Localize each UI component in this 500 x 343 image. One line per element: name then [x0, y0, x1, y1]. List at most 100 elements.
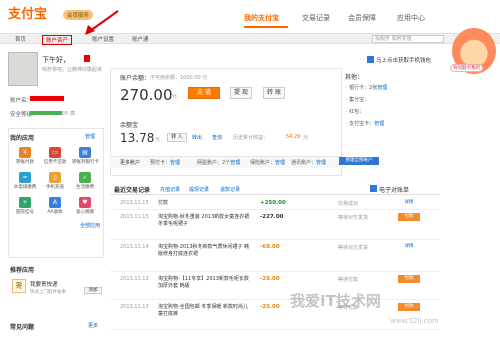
tx-date: 2013.11.14: [120, 244, 149, 250]
heart-icon: ♥: [79, 197, 91, 208]
app-label: AA收款: [47, 210, 63, 215]
yuebao-unit: 元: [155, 137, 161, 143]
nav-app-center[interactable]: 应用中心: [397, 13, 425, 23]
more-account-manage-link[interactable]: 管理: [230, 160, 240, 166]
yuebao-history-value: 54.29: [286, 134, 301, 140]
nav-security[interactable]: 会员保障: [348, 13, 376, 23]
bank-icon: ▤: [79, 147, 91, 158]
more-account-item: 网盈账户：2个管理: [197, 159, 240, 166]
tx-amount: +250.00: [260, 200, 286, 206]
app-label: 手机充值: [46, 185, 64, 190]
app-label: 信用卡还款: [43, 160, 67, 165]
tx-date: 2013.11.15: [120, 214, 149, 220]
more-account-item: 保险账户：管理: [250, 159, 285, 166]
mobile-wallet-icon: [367, 56, 374, 63]
more-account-label: 保险账户：: [250, 160, 276, 166]
yuebao-amount: 13.78: [120, 131, 155, 145]
withdraw-button[interactable]: 提 现: [230, 87, 252, 99]
yuebao-history-label: 历史累计收益：: [233, 135, 269, 141]
tx-action-button[interactable]: 付款: [398, 213, 420, 221]
app-item[interactable]: ¥ 转账付款: [12, 147, 38, 171]
more-account-item: 通讯账户：管理: [291, 159, 326, 166]
tab-home[interactable]: 首页: [15, 35, 26, 43]
tx-date: 2013.11.13: [120, 276, 149, 282]
alipay-logo[interactable]: 支付宝: [8, 7, 60, 23]
security-level-fill: [30, 111, 63, 115]
tx-action-button[interactable]: 详情: [398, 243, 420, 251]
other-item-manage-link[interactable]: 管理: [377, 85, 387, 91]
tx-action-button[interactable]: 详情: [398, 199, 420, 207]
help-mascot-label[interactable]: 有问题点我吧: [450, 64, 483, 72]
my-apps-title: 我的应用: [10, 135, 35, 142]
redacted-account-name: [30, 96, 64, 101]
tx-description[interactable]: 淘宝购物-全国包邮 冬季保暖 新款时尚儿童打底裤: [158, 304, 250, 318]
filter-recharge-records[interactable]: 充值记录: [160, 186, 180, 193]
tx-status: 等待付款: [338, 277, 359, 283]
app-item[interactable]: ▤ 转账到银行卡: [72, 147, 99, 171]
manage-all-accounts-button[interactable]: 管理全部账户: [339, 157, 379, 165]
table-row: 2013.11.13 淘宝购物-全国包邮 冬季保暖 新款时尚儿童打底裤 -25.00…: [110, 300, 440, 330]
tab-account-settings[interactable]: 账户设置: [92, 35, 114, 43]
nav-transactions[interactable]: 交易记录: [302, 13, 330, 23]
tx-action-button[interactable]: 付款: [398, 303, 420, 311]
faq-title: 常见问题: [10, 324, 35, 331]
aa-icon: A: [49, 197, 61, 208]
redacted-username: [84, 55, 90, 62]
recommend-app-desc: 快递上门取件省事: [30, 290, 66, 295]
more-account-manage-link[interactable]: 管理: [316, 160, 326, 166]
app-label: 爱心捐赠: [76, 210, 94, 215]
add-app-button[interactable]: 添加: [84, 287, 102, 294]
avatar[interactable]: [8, 52, 38, 86]
recharge-button[interactable]: 充 值: [188, 87, 220, 99]
other-item: · 银行卡：2张管理: [346, 84, 387, 91]
security-level-bar: [30, 111, 68, 115]
tx-description[interactable]: 淘宝购物-2013秋冬新款气质休闲裙子 韩版修身打底连衣裙: [158, 244, 250, 258]
more-accounts-title: 更多账户: [120, 160, 141, 166]
balance-unit: 元: [172, 94, 178, 100]
app-label: 水电煤缴费: [13, 185, 37, 190]
app-item[interactable]: ♥ 爱心捐赠: [72, 197, 98, 221]
transfer-icon: ¥: [19, 147, 31, 158]
other-item-manage-link[interactable]: 管理: [374, 121, 384, 127]
recommend-app-name[interactable]: 我要寄快递: [30, 280, 58, 288]
tx-action-button[interactable]: 付款: [398, 275, 420, 283]
mobile-wallet-link[interactable]: 马上点击获取手机钱包: [376, 56, 431, 64]
balance-label: 账户余额：: [120, 75, 151, 82]
yuebao-query-link[interactable]: 查询: [212, 134, 222, 141]
tab-account-assets[interactable]: 账户资产: [42, 35, 73, 45]
life-icon: ✓: [79, 172, 91, 183]
filter-withdraw-records[interactable]: 提现记录: [189, 186, 209, 193]
tx-date: 2013.11.13: [120, 304, 149, 310]
app-item[interactable]: A AA收款: [42, 197, 68, 221]
tx-status: 等待对方发货: [338, 245, 369, 251]
app-item[interactable]: ≈ 水电煤缴费: [12, 172, 38, 196]
greeting-text: 下午好，: [42, 56, 70, 64]
app-item[interactable]: + 医院挂号: [12, 197, 38, 221]
app-item[interactable]: ▭ 信用卡还款: [42, 147, 68, 171]
more-account-item: 预付卡：管理: [150, 159, 180, 166]
yuebao-transfer-out-link[interactable]: 转出: [192, 134, 202, 141]
unavailable-balance: 不可用余额：1000.00 元: [150, 75, 208, 81]
tx-description[interactable]: 淘宝购物-秋冬重装 2013新款女童连衣裙 冬季毛呢裙子: [158, 214, 250, 228]
transactions-title: 最近交易记录: [114, 187, 151, 194]
more-account-manage-link[interactable]: 管理: [275, 160, 285, 166]
faq-more-link[interactable]: 更多: [88, 322, 98, 329]
tx-description[interactable]: 付款: [158, 200, 250, 207]
app-item[interactable]: ▯ 手机充值: [42, 172, 68, 196]
tx-description[interactable]: 淘宝购物-【11专享】2013新款毛呢长款 加厚外套 韩版: [158, 276, 250, 290]
tab-account-tong[interactable]: 账户通: [132, 35, 149, 43]
express-icon: 寄: [12, 279, 26, 293]
transfer-button[interactable]: 转 账: [263, 87, 285, 99]
filter-refund-records[interactable]: 退款记录: [220, 186, 240, 193]
yuebao-transfer-in-button[interactable]: 转 入: [167, 133, 187, 142]
app-item[interactable]: ✓ 生活缴费: [72, 172, 98, 196]
e-statement-link[interactable]: 电子对账单: [379, 185, 409, 194]
all-apps-link[interactable]: 全部应用: [80, 222, 100, 229]
apps-manage-link[interactable]: 管理: [85, 133, 95, 140]
search-input[interactable]: 找服务 如何充值: [372, 35, 444, 43]
more-account-label: 网盈账户：2个: [197, 160, 231, 166]
more-account-manage-link[interactable]: 管理: [170, 160, 180, 166]
nav-my-alipay[interactable]: 我的支付宝: [244, 13, 279, 23]
phone-icon: ▯: [49, 172, 61, 183]
watermark-url: www.52ij.com: [390, 317, 439, 325]
